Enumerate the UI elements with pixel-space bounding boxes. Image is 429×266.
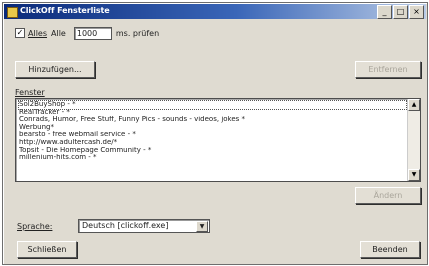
title-bar[interactable]: ClickOff Fensterliste _ □ ×	[4, 4, 426, 19]
language-label: Sprache:	[17, 222, 53, 231]
interval-prefix-label: Alle	[51, 28, 66, 38]
list-items: Sol2BuyShop - * RealTracker - * Conrads, H…	[18, 100, 407, 162]
add-button[interactable]: Hinzufügen...	[15, 61, 95, 78]
interval-unit-label: ms. prüfen	[115, 28, 160, 38]
language-value: Deutsch [clickoff.exe]	[82, 221, 169, 230]
maximize-button[interactable]: □	[393, 5, 408, 19]
list-item[interactable]: bearsto - free webmail service - *	[19, 131, 406, 139]
interval-row: ✓ Alles Alle 1000 ms. prüfen	[15, 26, 163, 40]
check-all-label: Alles	[28, 28, 48, 38]
close-button[interactable]: Schließen	[17, 241, 77, 258]
list-item[interactable]: Topsit - Die Homepage Community - *	[19, 147, 406, 155]
list-item[interactable]: Conrads, Humor, Free Stuff, Funny Pics -…	[19, 116, 406, 124]
list-scrollbar[interactable]: ▲ ▼	[407, 99, 420, 181]
minimize-button[interactable]: _	[377, 5, 392, 19]
window-title: ClickOff Fensterliste	[20, 6, 110, 15]
app-icon	[7, 7, 18, 18]
list-item[interactable]: millenium-hits.com - *	[19, 154, 406, 162]
list-item[interactable]: Werbung*	[19, 124, 406, 132]
close-window-button[interactable]: ×	[409, 5, 424, 19]
check-all-checkbox[interactable]: ✓	[15, 28, 25, 38]
scroll-up-icon[interactable]: ▲	[408, 99, 420, 111]
interval-input[interactable]: 1000	[73, 26, 112, 40]
list-item[interactable]: RealTracker - *	[19, 109, 406, 117]
finish-button[interactable]: Beenden	[360, 241, 420, 258]
language-select[interactable]: Deutsch [clickoff.exe] ▼	[78, 219, 210, 233]
main-window: ClickOff Fensterliste _ □ × ✓ Alles Alle…	[2, 2, 428, 265]
delete-button[interactable]: Entfernen	[355, 61, 421, 78]
window-list[interactable]: Sol2BuyShop - * RealTracker - * Conrads, H…	[15, 98, 421, 182]
window-list-label: Fenster	[15, 88, 45, 97]
list-item[interactable]: Sol2BuyShop - *	[18, 100, 407, 110]
scroll-down-icon[interactable]: ▼	[408, 169, 420, 181]
list-item[interactable]: http://www.adultercash.de/*	[19, 139, 406, 147]
chevron-down-icon[interactable]: ▼	[196, 221, 208, 232]
apply-button[interactable]: Ändern	[355, 187, 421, 204]
